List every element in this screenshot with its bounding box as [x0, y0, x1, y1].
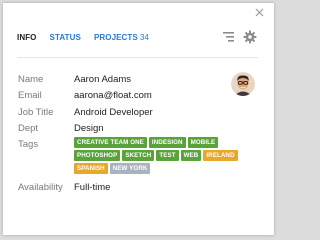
tag-photoshop[interactable]: PHOTOSHOP: [74, 150, 121, 161]
tag-sketch[interactable]: SKETCH: [122, 150, 155, 161]
header-divider: [17, 57, 258, 58]
tag-indesign[interactable]: INDESIGN: [148, 137, 186, 148]
dept-row: Dept Design: [18, 123, 104, 135]
tags-row: Tags: [18, 139, 74, 151]
dept-value: Design: [74, 123, 104, 134]
availability-row: Availability Full-time: [18, 182, 110, 194]
name-value: Aaron Adams: [74, 74, 132, 85]
tab-info[interactable]: INFO: [17, 33, 37, 42]
job-title-label: Job Title: [18, 107, 54, 118]
tag-list: CREATIVE TEAM ONE INDESIGN MOBILE PHOTOS…: [74, 137, 244, 176]
tag-mobile[interactable]: MOBILE: [187, 137, 219, 148]
email-row: Email aarona@float.com: [18, 90, 152, 102]
list-icon[interactable]: [222, 30, 236, 44]
tag-line: CREATIVE TEAM ONE INDESIGN MOBILE: [74, 137, 244, 148]
tab-projects[interactable]: PROJECTS 34: [94, 33, 149, 42]
availability-value: Full-time: [74, 182, 111, 193]
dept-label: Dept: [18, 123, 39, 134]
tag-ireland[interactable]: IRELAND: [203, 150, 238, 161]
tags-label: Tags: [18, 139, 39, 150]
email-label: Email: [18, 90, 42, 101]
name-label: Name: [18, 74, 44, 85]
tag-web[interactable]: WEB: [180, 150, 202, 161]
avatar: [231, 72, 255, 96]
tab-projects-label: PROJECTS: [93, 33, 138, 42]
name-row: Name Aaron Adams: [18, 74, 131, 86]
tag-line: PHOTOSHOP SKETCH TEST WEB IRELAND: [74, 150, 244, 161]
projects-count: 34: [139, 33, 149, 42]
tag-new-york[interactable]: NEW YORK: [109, 163, 151, 174]
tag-creative-team-one[interactable]: CREATIVE TEAM ONE: [74, 137, 147, 148]
tag-spanish[interactable]: SPANISH: [74, 163, 108, 174]
email-value[interactable]: aarona@float.com: [74, 90, 152, 102]
tag-test[interactable]: TEST: [156, 150, 179, 161]
job-title-row: Job Title Android Developer: [18, 107, 153, 119]
close-icon[interactable]: [255, 8, 264, 17]
availability-label: Availability: [18, 182, 63, 193]
tag-line: SPANISH NEW YORK: [74, 163, 244, 174]
tab-bar: INFO STATUS PROJECTS 34: [17, 33, 162, 45]
tab-status[interactable]: STATUS: [50, 33, 81, 42]
gear-icon[interactable]: [243, 30, 257, 44]
job-title-value: Android Developer: [74, 107, 153, 118]
